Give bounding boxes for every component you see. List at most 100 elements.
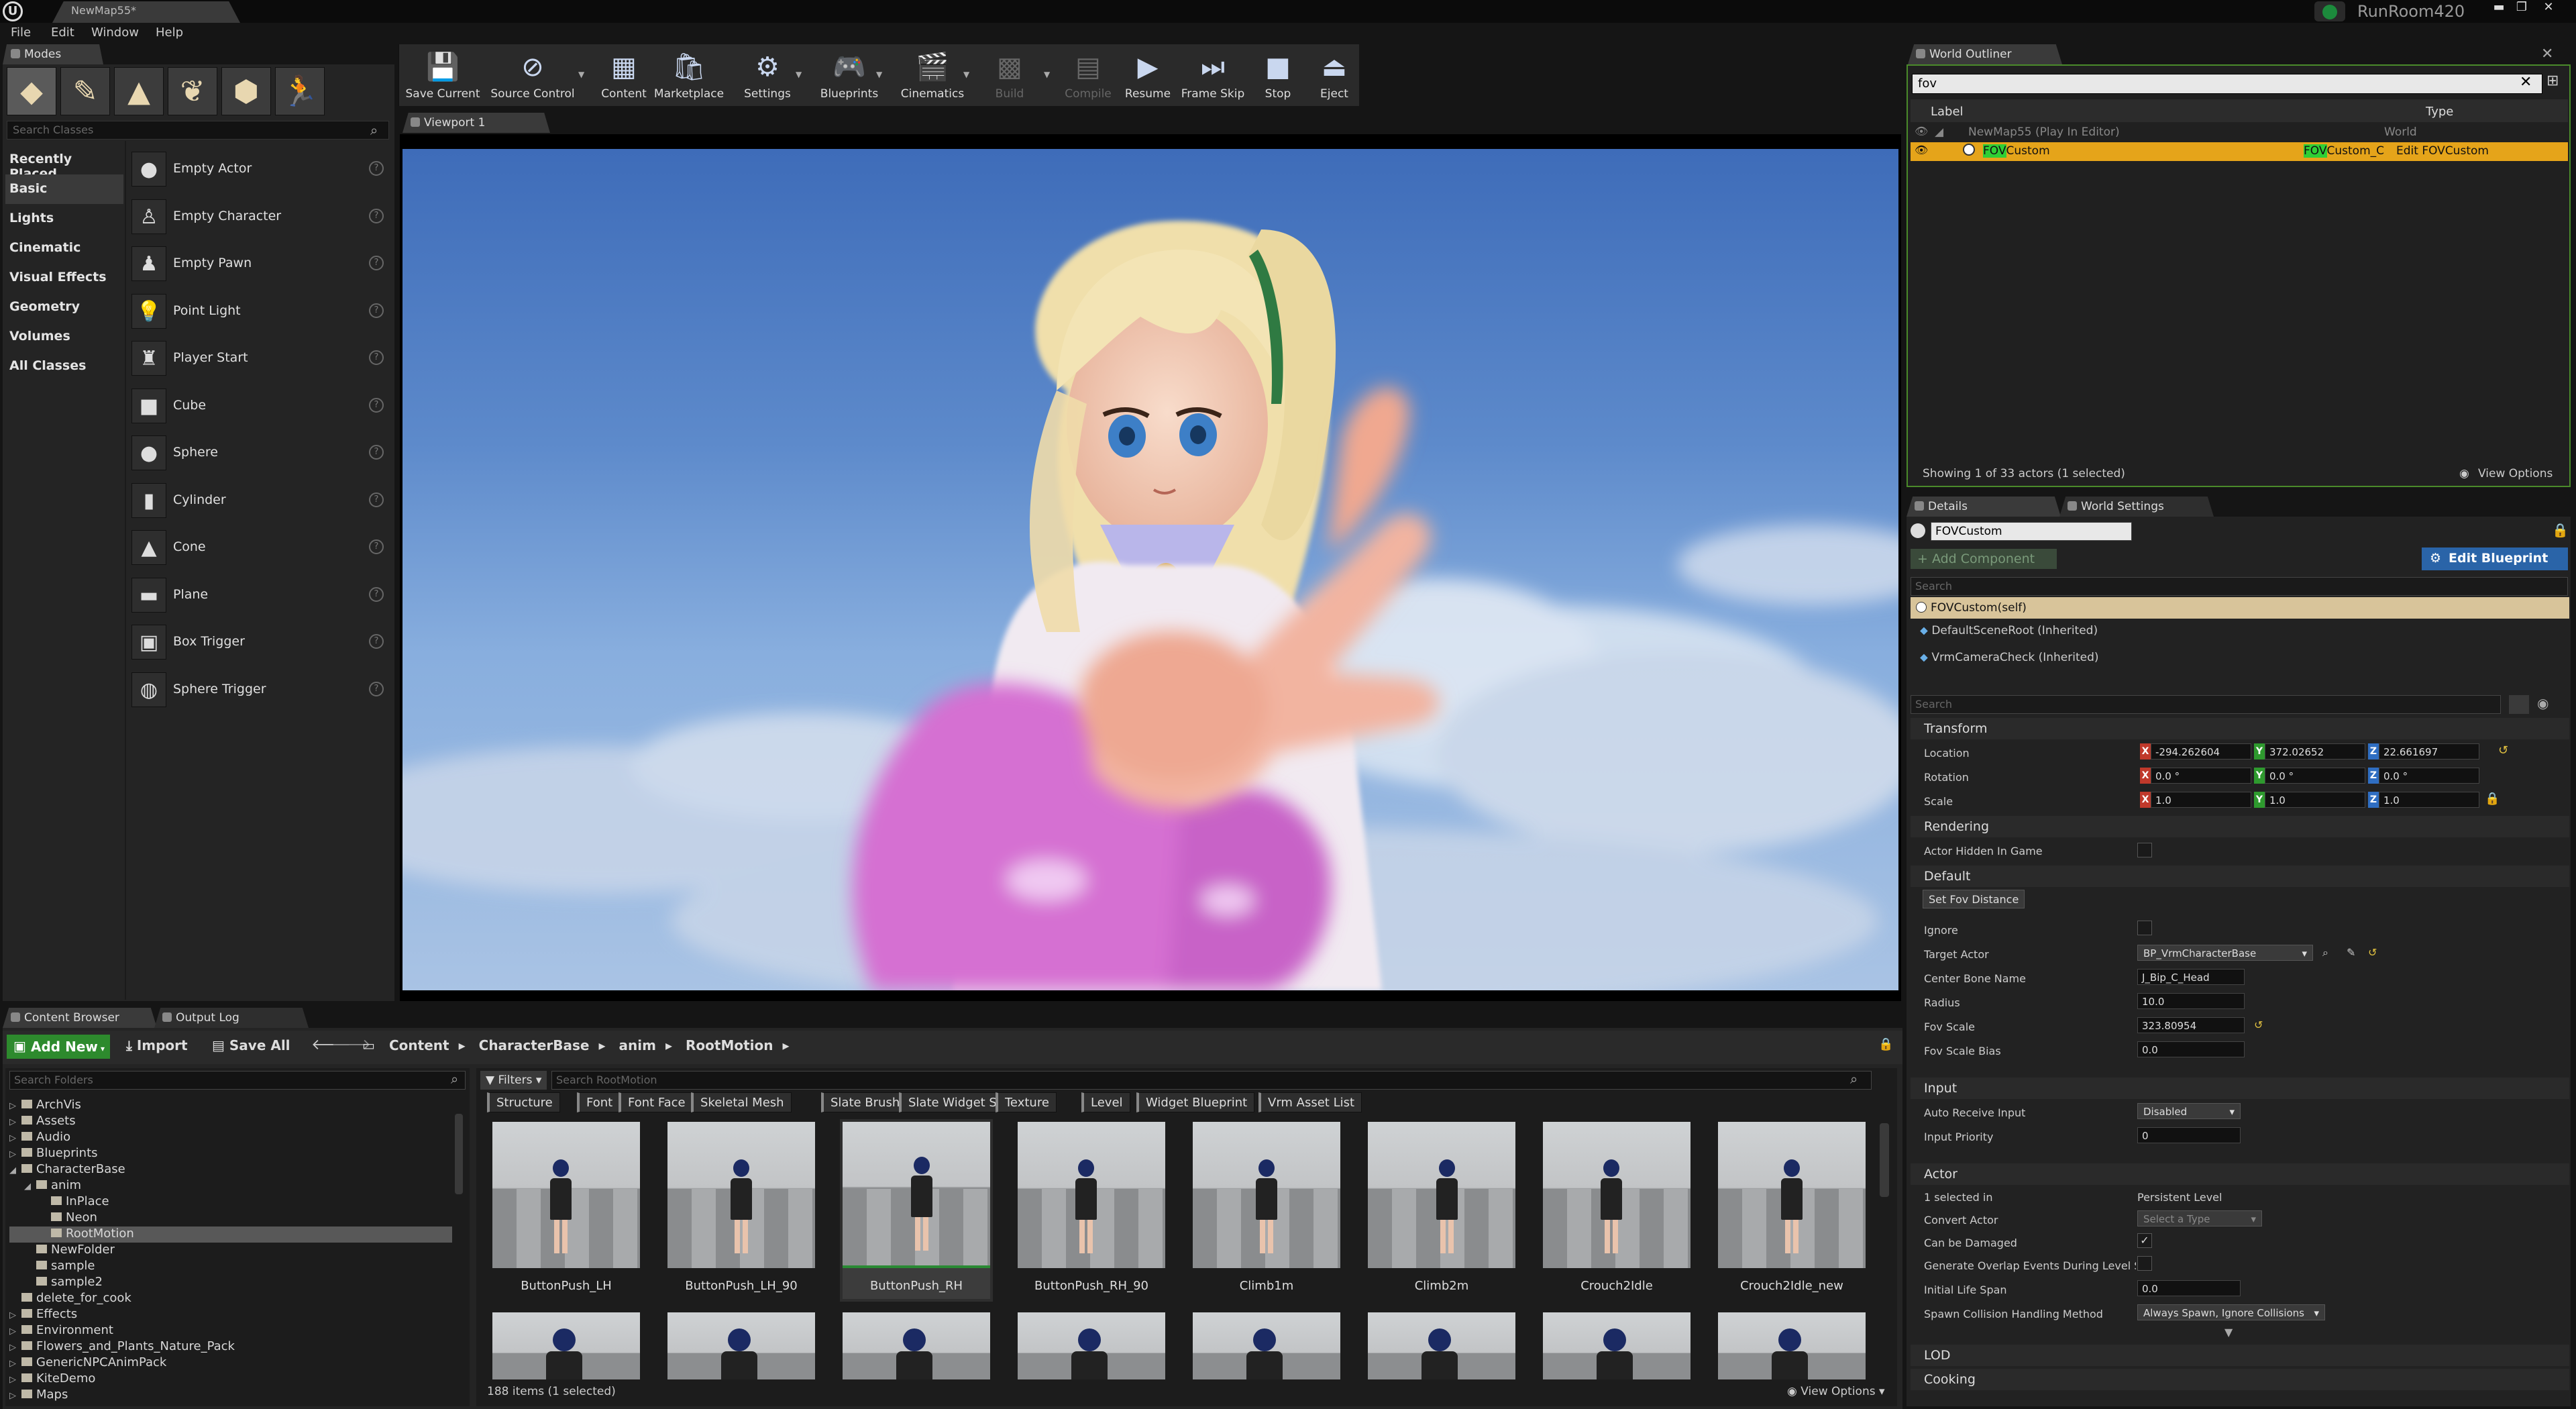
menu-edit[interactable]: Edit — [51, 25, 74, 40]
folder-neon[interactable]: Neon — [9, 1210, 452, 1227]
hidden-in-game-checkbox[interactable] — [2137, 843, 2152, 857]
eject-button[interactable]: ⏏ Eject — [1308, 46, 1360, 106]
folder-archvis[interactable]: ▷ ArchVis — [9, 1098, 452, 1114]
rotation-y-field[interactable]: 0.0 ° — [2265, 768, 2365, 784]
menu-window[interactable]: Window — [91, 25, 139, 40]
chevron-down-icon[interactable]: ▼ — [876, 70, 882, 79]
help-icon[interactable]: ? — [369, 397, 384, 413]
rotation-z-field[interactable]: 0.0 ° — [2379, 768, 2479, 784]
folder-effects[interactable]: ▷ Effects — [9, 1307, 452, 1323]
asset-tile[interactable] — [1018, 1312, 1165, 1379]
asset-tile[interactable]: Climb1m — [1193, 1122, 1340, 1299]
content-browser-tab[interactable]: Content Browser — [3, 1008, 157, 1028]
resume-button[interactable]: ▶ Resume — [1119, 46, 1177, 106]
breadcrumb-rootmotion[interactable]: RootMotion — [686, 1037, 773, 1053]
place-item-cone[interactable]: ▲ Cone? — [131, 526, 386, 573]
initial-life-span-field[interactable]: 0.0 — [2137, 1280, 2241, 1296]
menu-file[interactable]: File — [11, 25, 31, 40]
asset-tile[interactable] — [1368, 1312, 1515, 1379]
filter-tag-structure[interactable]: Structure — [487, 1092, 560, 1112]
import-button[interactable]: ⤓ Import — [126, 1037, 188, 1053]
eye-icon[interactable]: 👁 — [1915, 144, 1928, 156]
asset-scrollbar[interactable] — [1880, 1123, 1889, 1197]
clear-search-icon[interactable]: ✕ — [2520, 74, 2532, 91]
column-type[interactable]: Type — [2426, 105, 2453, 119]
add-component-button[interactable]: + Add Component — [1911, 549, 2057, 569]
help-icon[interactable]: ? — [369, 256, 384, 270]
build-button[interactable]: ▩ Build — [983, 46, 1036, 106]
expand-arrow-icon[interactable]: ▷ — [9, 1149, 21, 1159]
folder-sample2[interactable]: sample2 — [9, 1275, 452, 1291]
scale-z-field[interactable]: 1.0 — [2379, 792, 2479, 808]
help-icon[interactable]: ? — [369, 161, 384, 176]
category-recently-placed[interactable]: Recently Placed — [5, 145, 123, 181]
category-all-classes[interactable]: All Classes — [5, 352, 123, 381]
location-y-field[interactable]: 372.02652 — [2265, 743, 2365, 760]
ignore-checkbox[interactable] — [2137, 921, 2152, 935]
section-transform[interactable]: Transform — [1911, 718, 2569, 739]
world-outliner-tab[interactable]: World Outliner — [1908, 44, 2062, 64]
category-geometry[interactable]: Geometry — [5, 293, 123, 322]
menu-help[interactable]: Help — [156, 25, 183, 40]
expand-arrow-icon[interactable]: ▷ — [9, 1391, 21, 1401]
help-icon[interactable]: ? — [369, 303, 384, 318]
modes-tab[interactable]: Modes — [3, 44, 103, 64]
edit-blueprint-link[interactable]: Edit FOVCustom — [2396, 144, 2489, 158]
filter-tag-font[interactable]: Font — [577, 1092, 621, 1112]
foliage-mode-button[interactable]: ❦ — [168, 67, 217, 115]
place-item-player-start[interactable]: ♜ Player Start? — [131, 337, 386, 384]
collapse-arrow-icon[interactable]: ◢ — [1935, 125, 1943, 139]
level-tab[interactable]: NewMap55* — [52, 1, 240, 23]
scale-x-field[interactable]: 1.0 — [2151, 792, 2251, 808]
component-vrm-camera-check[interactable]: ⬥ VrmCameraCheck (Inherited) — [1920, 651, 2099, 664]
center-bone-field[interactable]: J_Bip_C_Head — [2137, 969, 2245, 985]
expand-arrow-icon[interactable]: ▷ — [9, 1101, 21, 1111]
chevron-down-icon[interactable]: ▼ — [578, 70, 584, 79]
content-button[interactable]: ▦ Content — [597, 46, 651, 106]
asset-tile[interactable] — [492, 1312, 640, 1379]
folder-anim[interactable]: ◢ anim — [9, 1178, 452, 1194]
filters-button[interactable]: ▼ Filters ▾ — [480, 1071, 547, 1090]
target-actor-dropdown[interactable]: BP_VrmCharacterBase ▾ — [2137, 945, 2313, 961]
eye-icon[interactable]: 👁 — [1915, 125, 1928, 138]
close-icon[interactable]: ✕ — [2541, 46, 2553, 62]
fov-scale-field[interactable]: 323.80954 — [2137, 1017, 2245, 1033]
folder-maps[interactable]: ▷ Maps — [9, 1388, 452, 1404]
category-basic[interactable]: Basic — [5, 174, 123, 204]
expand-arrow-icon[interactable]: ▷ — [9, 1133, 21, 1143]
asset-tile[interactable]: Crouch2Idle_new — [1718, 1122, 1866, 1299]
details-search-input[interactable]: Search — [1911, 695, 2501, 714]
asset-tile[interactable] — [1543, 1312, 1690, 1379]
stop-button[interactable]: ■ Stop — [1256, 46, 1300, 106]
place-mode-button[interactable]: ◆ — [7, 67, 56, 115]
output-log-tab[interactable]: Output Log — [154, 1008, 309, 1028]
expand-arrow-icon[interactable]: ▷ — [9, 1326, 21, 1337]
asset-tile[interactable]: ButtonPush_LH_90 — [667, 1122, 815, 1299]
expand-arrow-icon[interactable]: ◢ — [24, 1182, 36, 1192]
asset-tile[interactable] — [1193, 1312, 1340, 1379]
section-input[interactable]: Input — [1911, 1078, 2569, 1099]
picker-icon[interactable]: ✎ — [2347, 946, 2355, 959]
column-label[interactable]: Label — [1931, 105, 1964, 119]
filter-tag-widget-blueprint[interactable]: Widget Blueprint — [1136, 1092, 1255, 1112]
paint-mode-button[interactable]: ✎ — [60, 67, 110, 115]
overlap-events-checkbox[interactable] — [2137, 1256, 2152, 1271]
category-lights[interactable]: Lights — [5, 204, 123, 233]
section-actor[interactable]: Actor — [1911, 1163, 2569, 1185]
breadcrumb-anim[interactable]: anim — [619, 1037, 656, 1053]
world-settings-tab[interactable]: World Settings — [2059, 497, 2214, 517]
folder-flowers_and_plants_nature_pack[interactable]: ▷ Flowers_and_Plants_Nature_Pack — [9, 1339, 452, 1355]
asset-tile[interactable] — [667, 1312, 815, 1379]
help-icon[interactable]: ? — [369, 634, 384, 649]
category-cinematic[interactable]: Cinematic — [5, 233, 123, 263]
add-new-button[interactable]: ▣ Add New ▾ — [7, 1035, 110, 1059]
filter-tag-font-face[interactable]: Font Face — [619, 1092, 693, 1112]
marketplace-button[interactable]: 🛍 Marketplace — [652, 46, 726, 106]
category-volumes[interactable]: Volumes — [5, 322, 123, 352]
frame-skip-button[interactable]: ⏭ Frame Skip — [1178, 46, 1248, 106]
eye-icon[interactable]: ◉ — [2537, 695, 2548, 711]
help-icon[interactable]: ? — [369, 208, 384, 223]
convert-actor-dropdown[interactable]: Select a Type ▾ — [2137, 1210, 2262, 1227]
help-icon[interactable]: ? — [369, 350, 384, 365]
viewport-scene[interactable] — [402, 149, 1898, 990]
